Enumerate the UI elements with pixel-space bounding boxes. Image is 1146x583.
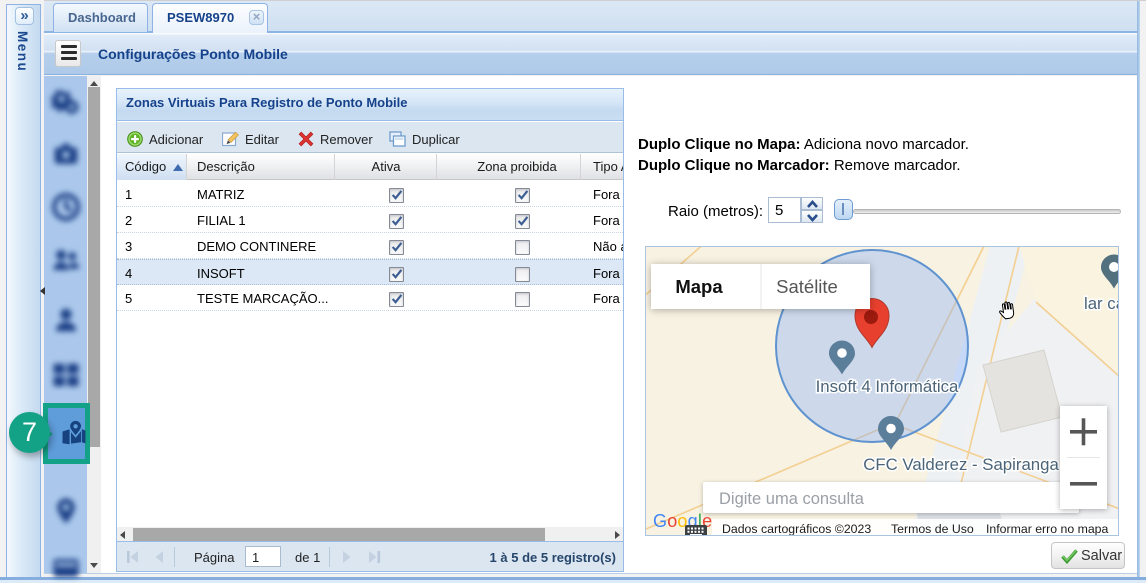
svg-text:Termos de Uso: Termos de Uso — [891, 522, 974, 536]
svg-text:lar ca: lar ca — [1084, 294, 1119, 313]
svg-text:Digite uma consulta: Digite uma consulta — [719, 490, 865, 508]
svg-text:CFC Valderez - Sapiranga: CFC Valderez - Sapiranga — [863, 455, 1059, 474]
svg-text:Dados cartográficos ©2023: Dados cartográficos ©2023 — [722, 522, 871, 536]
svg-text:Informar erro no mapa: Informar erro no mapa — [986, 522, 1108, 536]
svg-text:Mapa: Mapa — [675, 276, 723, 297]
svg-text:Satélite: Satélite — [776, 276, 838, 297]
svg-text:Insoft 4 Informática: Insoft 4 Informática — [816, 377, 959, 396]
